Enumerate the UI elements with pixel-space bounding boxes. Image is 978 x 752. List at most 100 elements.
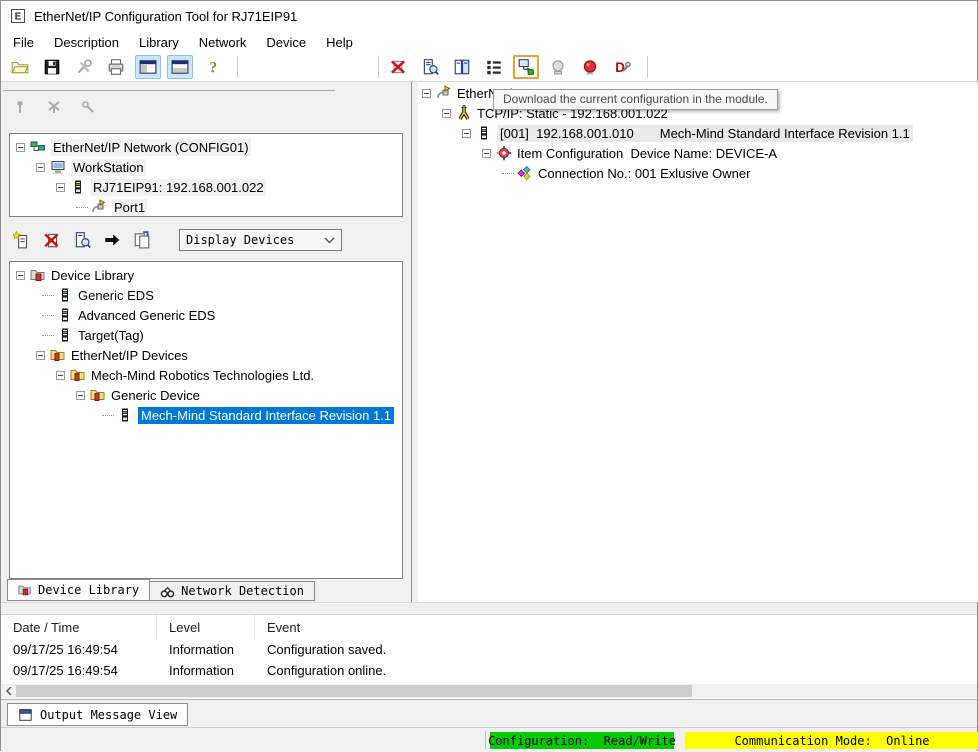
collapse-icon[interactable] <box>462 129 471 138</box>
library-toolbar: Display Devices <box>9 228 342 252</box>
tree-item-mech-mind-vendor[interactable]: Mech-Mind Robotics Technologies Ltd. <box>10 365 402 385</box>
tab-network-detection[interactable]: Network Detection <box>150 581 315 601</box>
toolbar-separator <box>237 56 238 78</box>
log-header-event[interactable]: Event <box>255 615 977 639</box>
stop-online-button[interactable] <box>577 55 603 79</box>
item-configuration-gear-icon <box>496 145 512 161</box>
tree-item-target-tag[interactable]: Target(Tag) <box>10 325 402 345</box>
tree-item-device-library[interactable]: Device Library <box>10 265 402 285</box>
tree-connector <box>502 173 514 174</box>
tcpip-connector-icon <box>456 105 472 121</box>
collapse-icon[interactable] <box>56 371 65 380</box>
delete-offline-button[interactable] <box>385 55 411 79</box>
toolbar-separator <box>378 56 379 78</box>
tree-label: Target(Tag) <box>78 328 144 343</box>
module-icon <box>476 125 492 141</box>
collapse-icon[interactable] <box>482 149 491 158</box>
tree-item-ethernetip-devices[interactable]: EtherNet/IP Devices <box>10 345 402 365</box>
gray-tool-icon <box>12 99 28 115</box>
menu-help[interactable]: Help <box>316 32 363 53</box>
print-button[interactable] <box>103 55 129 79</box>
right-arrow-icon <box>103 231 121 249</box>
tools-button[interactable] <box>71 55 97 79</box>
network-tree: EtherNet/IP Network (CONFIG01) WorkStati… <box>9 133 403 217</box>
tree-item-connection-001[interactable]: Connection No.: 001 Exlusive Owner <box>418 163 978 183</box>
tree-item-port1[interactable]: Port1 <box>10 197 402 217</box>
tree-item-workstation[interactable]: WorkStation <box>10 157 402 177</box>
add-device-button[interactable] <box>9 228 35 252</box>
collapse-icon[interactable] <box>56 183 65 192</box>
data-diagnostics-button[interactable]: D <box>609 55 635 79</box>
tree-item-device-001[interactable]: [001] 192.168.001.010 Mech-Mind Standard… <box>418 123 978 143</box>
duplicate-device-button[interactable] <box>129 228 155 252</box>
toolbar-separator <box>647 56 648 78</box>
device-row-highlight: [001] 192.168.001.010 Mech-Mind Standard… <box>497 125 913 142</box>
tree-item-network-root[interactable]: EtherNet/IP Network (CONFIG01) <box>10 137 402 157</box>
red-ball-icon <box>581 58 599 76</box>
status-divider <box>485 731 486 749</box>
log-row[interactable]: 09/17/25 16:49:54 Information Configurat… <box>1 660 977 681</box>
scrollbar-thumb[interactable] <box>16 685 692 697</box>
collapse-icon[interactable] <box>422 89 431 98</box>
edit-tool-3-button[interactable] <box>77 96 99 118</box>
parameter-list-button[interactable] <box>481 55 507 79</box>
tree-label-selected: Mech-Mind Standard Interface Revision 1.… <box>138 407 394 424</box>
toggle-output-pane-button[interactable] <box>167 55 193 79</box>
tree-item-generic-device[interactable]: Generic Device <box>10 385 402 405</box>
device-list-button[interactable] <box>449 55 475 79</box>
log-row[interactable]: 09/17/25 16:49:54 Information Configurat… <box>1 639 977 660</box>
remove-device-icon <box>43 231 61 249</box>
display-mode-select[interactable]: Display Devices <box>179 229 342 251</box>
log-header-row: Date / Time Level Event <box>1 615 977 639</box>
log-level: Information <box>157 639 255 660</box>
chevron-down-icon <box>324 237 335 244</box>
device-diagnostics-button[interactable] <box>417 55 443 79</box>
menu-description[interactable]: Description <box>44 32 129 53</box>
open-config-button[interactable] <box>7 55 33 79</box>
menu-library[interactable]: Library <box>129 32 189 53</box>
download-config-button[interactable] <box>513 55 539 79</box>
edit-tool-1-button[interactable] <box>9 96 31 118</box>
collapse-icon[interactable] <box>36 163 45 172</box>
tooltip: Download the current configuration in th… <box>493 89 778 110</box>
tree-item-module[interactable]: RJ71EIP91: 192.168.001.022 <box>10 177 402 197</box>
tree-item-generic-eds[interactable]: Generic EDS <box>10 285 402 305</box>
tree-label: EtherNet/IP Devices <box>71 348 188 363</box>
collapse-icon[interactable] <box>76 391 85 400</box>
help-button[interactable]: ? <box>199 55 225 79</box>
log-header-datetime[interactable]: Date / Time <box>1 615 157 639</box>
label-gap <box>634 126 660 141</box>
remove-device-button[interactable] <box>39 228 65 252</box>
tab-output-message-view[interactable]: Output Message View <box>7 703 188 726</box>
insert-device-button[interactable] <box>99 228 125 252</box>
log-header-level[interactable]: Level <box>157 615 255 639</box>
duplicate-device-icon <box>133 231 151 249</box>
tree-item-mech-mind-interface[interactable]: Mech-Mind Standard Interface Revision 1.… <box>10 405 402 425</box>
collapse-icon[interactable] <box>16 143 25 152</box>
port-icon <box>91 199 107 215</box>
tab-device-library[interactable]: Device Library <box>7 579 150 601</box>
menu-network[interactable]: Network <box>189 32 257 53</box>
log-time: 09/17/25 16:49:54 <box>1 639 157 660</box>
toggle-left-pane-button[interactable] <box>135 55 161 79</box>
horizontal-splitter[interactable] <box>1 602 977 615</box>
menu-device[interactable]: Device <box>256 32 316 53</box>
output-tab-bar: Output Message View <box>1 699 977 727</box>
collapse-icon[interactable] <box>442 109 451 118</box>
scroll-left-button[interactable] <box>1 684 16 698</box>
tree-connector <box>76 207 88 208</box>
collapse-icon[interactable] <box>16 271 25 280</box>
status-communication-mode: Communication Mode: Online <box>685 732 978 749</box>
tree-item-item-configuration[interactable]: Item Configuration Device Name: DEVICE-A <box>418 143 978 163</box>
upload-config-button[interactable] <box>545 55 571 79</box>
log-level: Information <box>157 660 255 681</box>
collapse-icon[interactable] <box>36 351 45 360</box>
tree-item-advanced-generic-eds[interactable]: Advanced Generic EDS <box>10 305 402 325</box>
edit-tool-2-button[interactable] <box>43 96 65 118</box>
menu-file[interactable]: File <box>3 32 44 53</box>
save-config-button[interactable] <box>39 55 65 79</box>
device-properties-button[interactable] <box>69 228 95 252</box>
tree-label: Item Configuration Device Name: DEVICE-A <box>517 146 777 161</box>
log-horizontal-scrollbar[interactable] <box>1 684 977 698</box>
svg-text:E: E <box>15 12 22 23</box>
